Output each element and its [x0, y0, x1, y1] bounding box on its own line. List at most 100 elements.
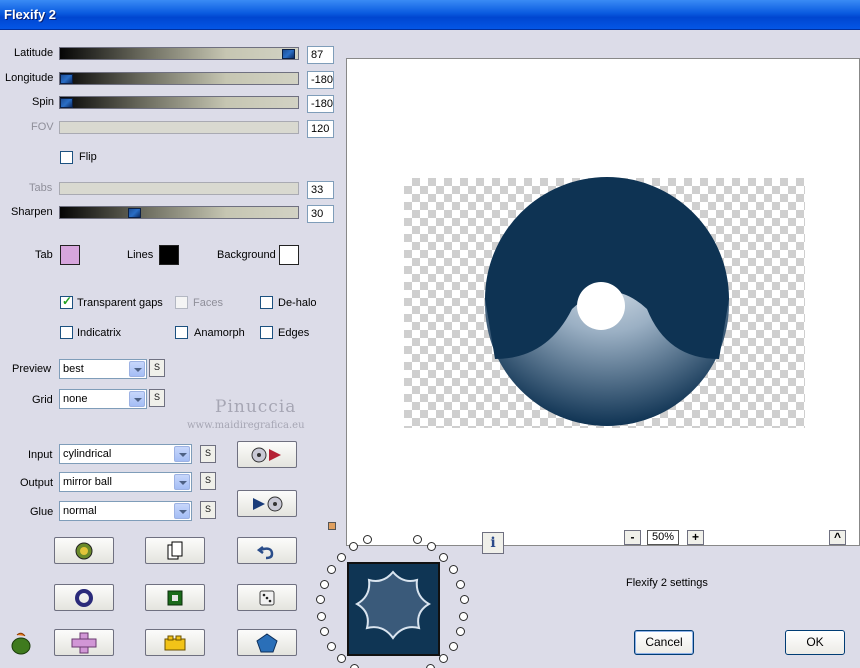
- copy-button[interactable]: [145, 537, 205, 564]
- grid-select-value: none: [63, 393, 88, 405]
- anamorph-checkbox[interactable]: [175, 326, 188, 339]
- spin-slider-thumb[interactable]: [60, 98, 73, 108]
- ok-button[interactable]: OK: [785, 630, 845, 655]
- latitude-slider[interactable]: [59, 47, 299, 60]
- fov-value[interactable]: 120: [307, 120, 334, 138]
- spin-value[interactable]: -180: [307, 95, 334, 113]
- info-button[interactable]: i: [482, 532, 504, 554]
- collapse-button[interactable]: ^: [829, 530, 846, 545]
- preview-canvas[interactable]: [346, 58, 860, 546]
- zoom-level[interactable]: 50%: [647, 530, 679, 545]
- output-select-value: mirror ball: [63, 476, 112, 488]
- latitude-label: Latitude: [14, 47, 54, 59]
- brick-icon: [164, 635, 186, 650]
- sharpen-slider[interactable]: [59, 206, 299, 219]
- faces-label: Faces: [193, 297, 223, 309]
- fov-slider: [59, 121, 299, 134]
- preview-select[interactable]: best: [59, 359, 147, 379]
- navigator-dot: [319, 579, 329, 589]
- save-output-button[interactable]: [237, 490, 297, 517]
- randomize-button[interactable]: [54, 537, 114, 564]
- navigator-dot: [456, 579, 466, 589]
- navigator-thumbnail[interactable]: [347, 562, 440, 656]
- edges-checkbox[interactable]: [260, 326, 273, 339]
- edges-label: Edges: [278, 327, 310, 339]
- navigator-dot: [427, 542, 436, 552]
- spin-label: Spin: [32, 96, 55, 108]
- navigator-dot: [459, 595, 469, 605]
- de-halo-label: De-halo: [278, 297, 317, 309]
- input-select[interactable]: cylindrical: [59, 444, 192, 464]
- brick-button[interactable]: [145, 629, 205, 656]
- dialog-body: Latitude 87 Longitude -180 Spin -180 FOV…: [0, 30, 860, 668]
- transparent-gaps-checkbox[interactable]: ✓: [60, 294, 73, 309]
- navigator-dot: [426, 664, 436, 668]
- input-select-label: Input: [28, 449, 53, 461]
- fov-label: FOV: [31, 121, 54, 133]
- navigator-dot: [327, 641, 337, 651]
- load-input-button[interactable]: [237, 441, 297, 468]
- anamorph-label: Anamorph: [194, 327, 245, 339]
- tab-color-swatch[interactable]: [60, 245, 80, 265]
- undo-button[interactable]: [237, 537, 297, 564]
- window-title: Flexify 2: [4, 7, 57, 22]
- lines-color-swatch[interactable]: [159, 245, 179, 265]
- chevron-down-icon[interactable]: [129, 361, 145, 377]
- sharpen-slider-thumb[interactable]: [128, 208, 141, 218]
- latitude-slider-thumb[interactable]: [282, 49, 295, 59]
- indicatrix-checkbox[interactable]: [60, 326, 73, 339]
- spin-slider[interactable]: [59, 96, 299, 109]
- output-select-label: Output: [20, 477, 54, 489]
- grid-select-label: Grid: [32, 394, 53, 406]
- longitude-value[interactable]: -180: [307, 71, 334, 89]
- navigator-dot: [438, 654, 448, 664]
- output-settings-button[interactable]: S: [200, 472, 216, 490]
- dice-icon: [259, 590, 275, 605]
- navigator-dot: [448, 641, 458, 651]
- navigator-dot: [449, 565, 459, 575]
- chevron-down-icon[interactable]: [174, 474, 190, 490]
- tabs-value[interactable]: 33: [307, 181, 334, 199]
- input-settings-button[interactable]: S: [200, 445, 216, 463]
- navigator-dot: [412, 535, 422, 545]
- glue-settings-button[interactable]: S: [200, 501, 216, 519]
- cross-button[interactable]: [54, 629, 114, 656]
- chevron-down-icon[interactable]: [174, 503, 190, 519]
- green-square-icon: [167, 590, 183, 605]
- output-select[interactable]: mirror ball: [59, 472, 192, 492]
- sphere-button[interactable]: [54, 584, 114, 611]
- zoom-out-button[interactable]: -: [624, 530, 641, 545]
- background-color-label: Background: [217, 249, 276, 261]
- grid-settings-button[interactable]: S: [149, 389, 165, 407]
- navigator-dot: [455, 627, 465, 637]
- preview-select-label: Preview: [12, 363, 52, 375]
- chevron-down-icon[interactable]: [129, 391, 145, 407]
- grid-select[interactable]: none: [59, 389, 147, 409]
- disc-to-arrow-icon: [251, 447, 281, 462]
- cancel-button[interactable]: Cancel: [634, 630, 694, 655]
- background-color-swatch[interactable]: [279, 245, 299, 265]
- frame-button[interactable]: [145, 584, 205, 611]
- watermark-name: Pinuccia: [215, 397, 297, 417]
- glue-select[interactable]: normal: [59, 501, 192, 521]
- glue-select-label: Glue: [30, 506, 54, 518]
- chevron-down-icon[interactable]: [174, 446, 190, 462]
- latitude-value[interactable]: 87: [307, 46, 334, 64]
- ring-icon: [75, 588, 93, 607]
- flaming-pear-logo: [9, 631, 33, 655]
- longitude-slider[interactable]: [59, 72, 299, 85]
- de-halo-checkbox[interactable]: [260, 296, 273, 309]
- random-dice-button[interactable]: [237, 584, 297, 611]
- navigator-handle[interactable]: [328, 522, 336, 530]
- preview-settings-button[interactable]: S: [149, 359, 165, 377]
- navigator-dot: [337, 654, 347, 664]
- polyhedron-button[interactable]: [237, 629, 297, 656]
- zoom-in-button[interactable]: +: [687, 530, 704, 545]
- transparent-gaps-label: Transparent gaps: [77, 297, 163, 309]
- arrow-to-disc-icon: [253, 496, 283, 511]
- longitude-slider-thumb[interactable]: [60, 74, 73, 84]
- navigator-dot: [459, 611, 469, 621]
- sharpen-value[interactable]: 30: [307, 205, 334, 223]
- navigator-dot: [349, 664, 359, 668]
- flip-checkbox[interactable]: [60, 151, 73, 164]
